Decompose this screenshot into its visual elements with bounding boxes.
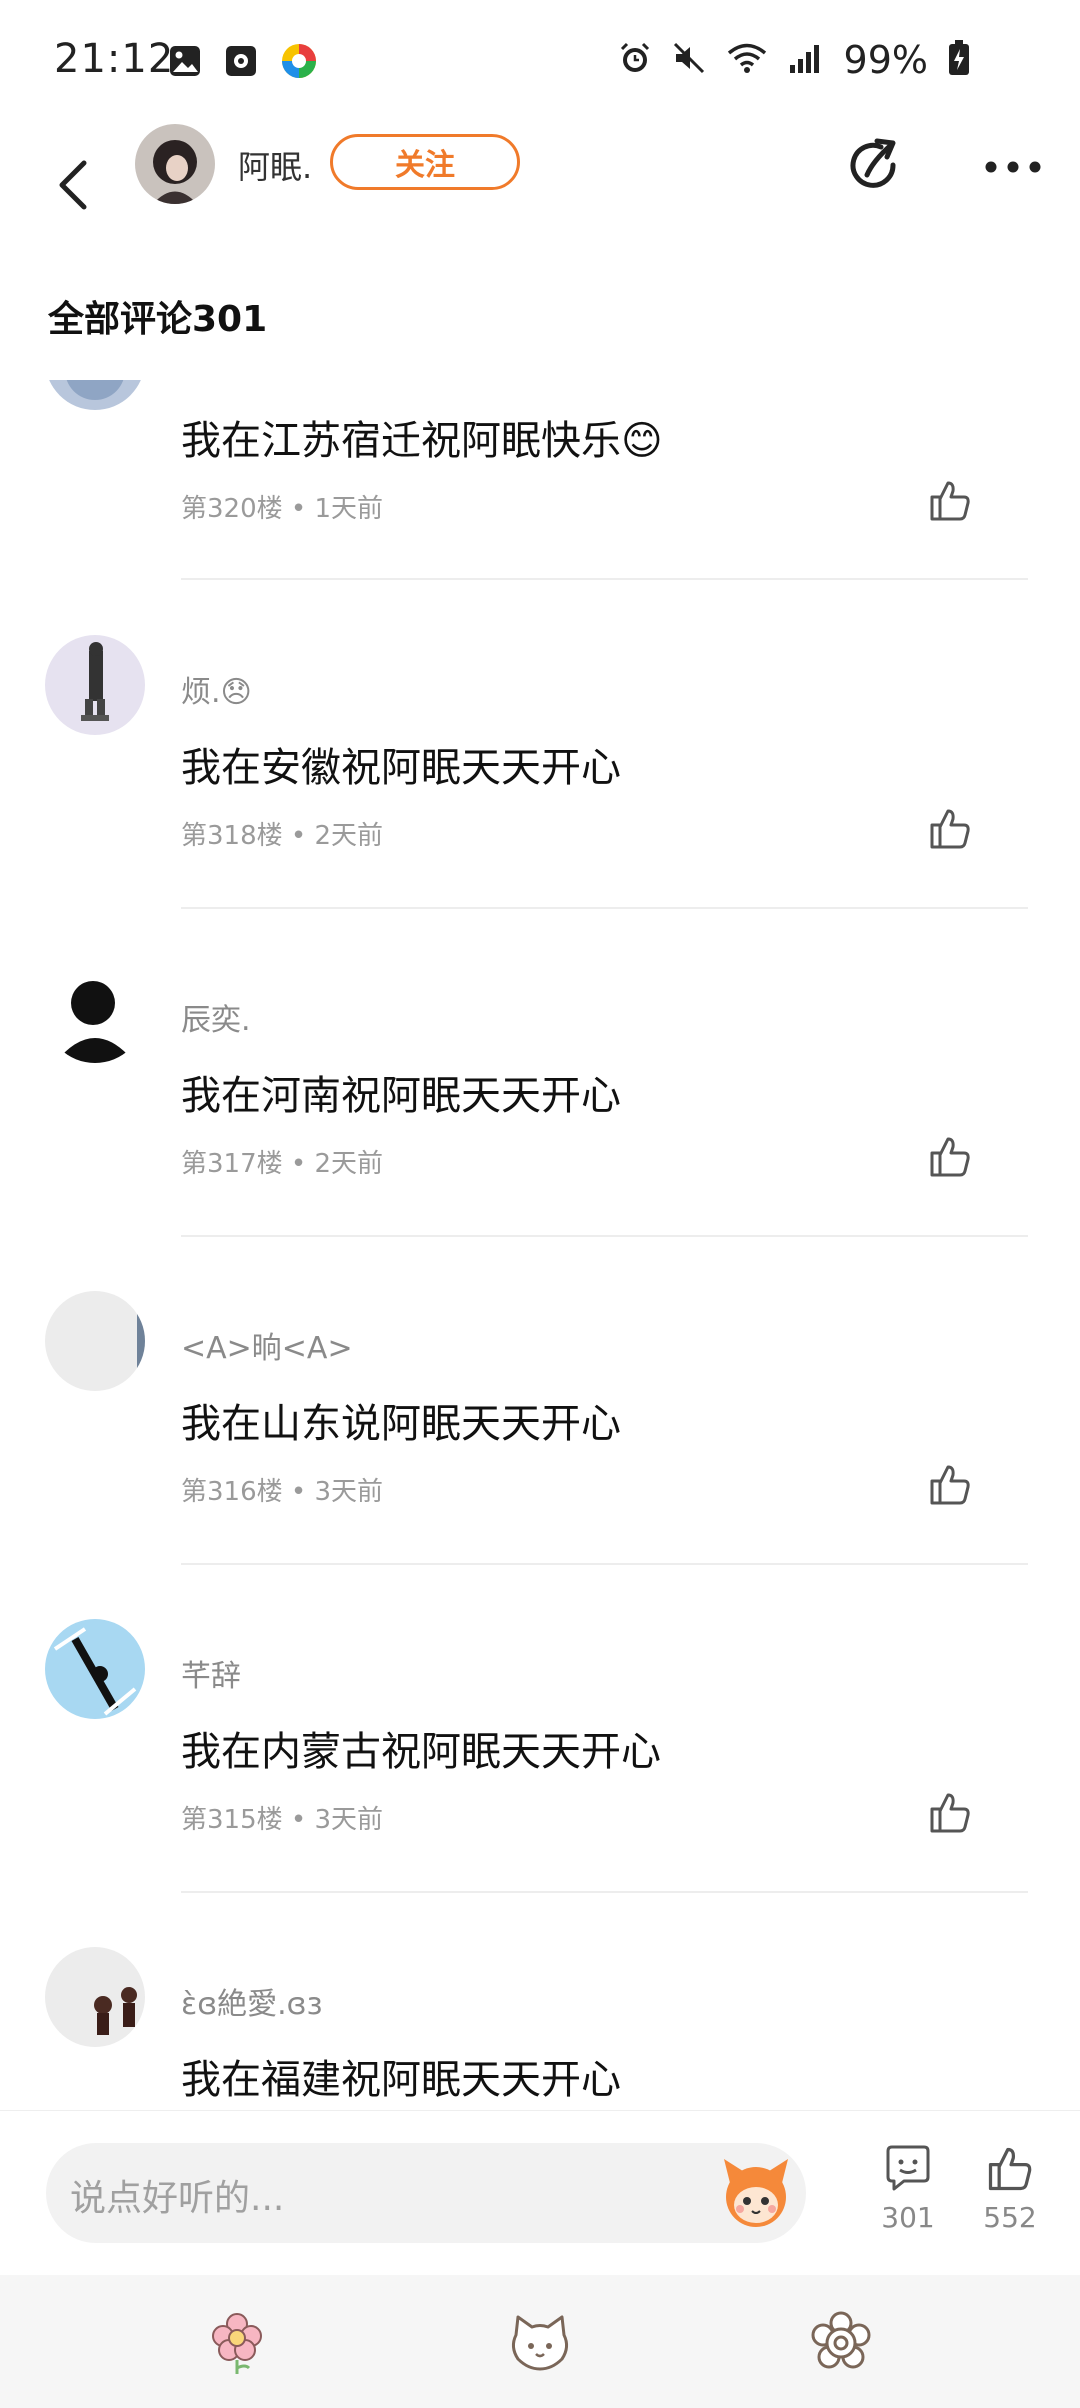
settings-flower-icon [811,2311,871,2369]
commenter-avatar[interactable] [45,963,145,1063]
app-icon [280,42,318,84]
comment-count: 301 [881,2201,935,2234]
more-button[interactable] [978,142,1048,192]
nav-settings-button[interactable] [806,2308,876,2378]
nav-cat-button[interactable] [505,2308,575,2378]
like-icon[interactable] [926,805,974,853]
commenter-name[interactable]: ɛ̀ɞ絶愛.ɞɜ [181,1979,323,2023]
image-icon [168,44,202,82]
like-icon [988,2147,1032,2191]
comment-text: 我在山东说阿眠天天开心 [181,1401,621,1447]
bottom-navigation [0,2275,1080,2408]
comment-text: 我在安徽祝阿眠天天开心 [181,745,621,791]
commenter-avatar[interactable] [45,1291,145,1391]
comment-item: 我在江苏宿迁祝阿眠快乐😊 第320楼 • 1天前 [0,380,1080,580]
wifi-icon [726,41,768,79]
mascot-emoji-button[interactable] [716,2153,796,2233]
signal-icon [788,41,824,79]
comment-item: <A>晌<A> 我在山东说阿眠天天开心 第316楼 • 3天前 [0,1291,1080,1591]
like-icon[interactable] [926,477,974,525]
status-time: 21:12 [54,36,175,82]
comment-item: 辰奕. 我在河南祝阿眠天天开心 第317楼 • 2天前 [0,963,1080,1263]
flower-icon [212,2313,262,2374]
like-count: 552 [983,2201,1037,2234]
comment-input-bar: 说点好听的... 301 552 [0,2110,1080,2276]
commenter-name[interactable]: 芊辞 [181,1651,241,1695]
battery-percent: 99% [843,38,928,82]
commenter-name[interactable]: 烦.😞 [181,667,252,711]
comment-meta: 第318楼 • 2天前 [181,821,384,851]
comment-text: 我在江苏宿迁祝阿眠快乐😊 [181,418,663,464]
status-bar: 21:12 99% [0,0,1080,120]
calendar-icon [224,44,258,82]
comment-item: ɛ̀ɞ絶愛.ɞɜ 我在福建祝阿眠天天开心 [0,1947,1080,2110]
comment-count-button[interactable]: 301 [868,2143,948,2234]
like-icon[interactable] [926,1133,974,1181]
battery-charging-icon [948,40,970,80]
share-icon [850,138,896,188]
like-icon[interactable] [926,1789,974,1837]
back-icon [59,160,87,210]
divider [181,1235,1028,1237]
status-left-icons [168,42,318,84]
more-icon [985,161,1041,173]
comment-item: 芊辞 我在内蒙古祝阿眠天天开心 第315楼 • 3天前 [0,1619,1080,1919]
nav-flower-button[interactable] [202,2308,272,2378]
comment-input-placeholder: 说点好听的... [70,2178,285,2219]
author-avatar[interactable] [135,124,215,204]
commenter-name[interactable]: 辰奕. [181,995,251,1039]
commenter-name[interactable]: <A>晌<A> [181,1323,353,1367]
comment-text: 我在福建祝阿眠天天开心 [181,2057,621,2103]
divider [181,578,1028,580]
share-button[interactable] [840,132,910,202]
commenter-avatar[interactable] [45,380,145,410]
comment-meta: 第317楼 • 2天前 [181,1149,384,1179]
divider [181,907,1028,909]
comments-title: 全部评论301 [48,299,268,340]
back-button[interactable] [44,140,104,230]
comment-input[interactable]: 说点好听的... [46,2143,806,2243]
follow-button[interactable]: 关注 [330,134,520,190]
alarm-icon [618,41,652,79]
top-bar: 阿眠. 关注 [0,120,1080,300]
comment-icon [886,2145,930,2191]
comment-text: 我在内蒙古祝阿眠天天开心 [181,1729,661,1775]
mute-icon [672,41,706,79]
commenter-avatar[interactable] [45,1947,145,2047]
status-right-icons: 99% [618,38,970,82]
divider [181,1563,1028,1565]
comment-meta: 第320楼 • 1天前 [181,494,384,524]
commenter-avatar[interactable] [45,635,145,735]
author-name[interactable]: 阿眠. [238,142,312,188]
comment-meta: 第315楼 • 3天前 [181,1805,384,1835]
comment-item: 烦.😞 我在安徽祝阿眠天天开心 第318楼 • 2天前 [0,635,1080,935]
comment-meta: 第316楼 • 3天前 [181,1477,384,1507]
comment-text: 我在河南祝阿眠天天开心 [181,1073,621,1119]
like-count-button[interactable]: 552 [970,2143,1050,2234]
commenter-avatar[interactable] [45,1619,145,1719]
comment-list[interactable]: 我在江苏宿迁祝阿眠快乐😊 第320楼 • 1天前 烦.😞 我在安徽祝阿眠天天开心… [0,380,1080,2110]
divider [181,1891,1028,1893]
cat-face-icon [511,2315,569,2371]
like-icon[interactable] [926,1461,974,1509]
